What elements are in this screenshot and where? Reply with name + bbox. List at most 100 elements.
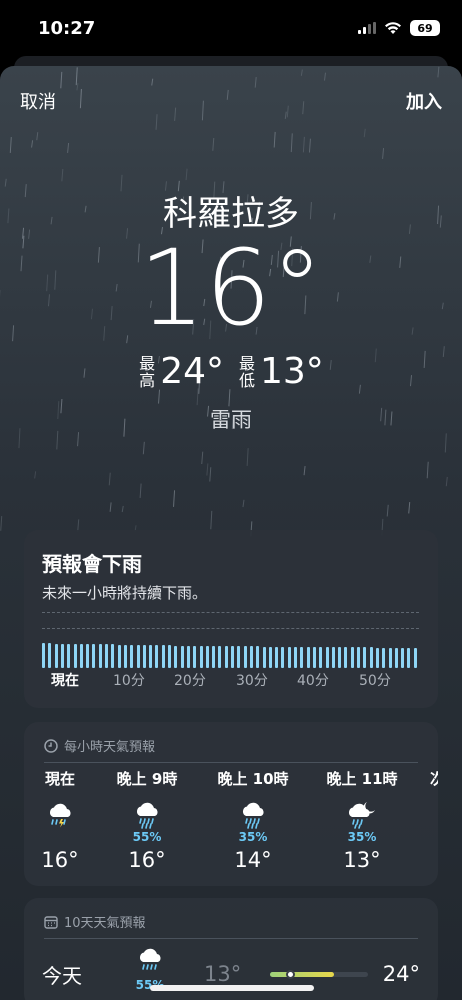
precip-bar bbox=[123, 645, 127, 668]
precip-intensity-chart bbox=[42, 638, 420, 668]
high-temp-group: 最 高 24° bbox=[138, 351, 224, 392]
rain-streak bbox=[303, 465, 306, 476]
precip-bar bbox=[325, 647, 329, 668]
hourly-item[interactable]: 晚上 9時 55% 16° bbox=[107, 768, 187, 872]
rain-streak bbox=[155, 114, 158, 130]
hourly-header: 每小時天氣預報 bbox=[44, 736, 155, 755]
rain-streak bbox=[201, 100, 204, 121]
precip-bar bbox=[73, 644, 77, 668]
rain-streak bbox=[142, 441, 145, 455]
rain-streak bbox=[185, 168, 188, 181]
status-icons: 69 bbox=[358, 20, 440, 36]
day-low: 13° bbox=[204, 962, 242, 986]
status-time: 10:27 bbox=[38, 18, 96, 39]
rain-streak bbox=[290, 133, 293, 153]
rain-streak bbox=[76, 83, 79, 91]
rain-streak bbox=[9, 137, 12, 153]
precip-bar bbox=[275, 647, 279, 668]
precip-title: 預報會下雨 bbox=[42, 552, 142, 576]
precip-bar bbox=[60, 644, 64, 668]
precip-bar bbox=[130, 645, 134, 668]
tick-label: 30分 bbox=[236, 673, 268, 689]
high-temp: 24° bbox=[160, 351, 224, 392]
precip-bar bbox=[142, 645, 146, 668]
rain-streak bbox=[31, 140, 34, 148]
precip-bar bbox=[117, 645, 121, 668]
rain-streak bbox=[246, 448, 249, 466]
precip-bar bbox=[161, 645, 165, 668]
rain-streak bbox=[444, 433, 447, 453]
precip-bar bbox=[98, 644, 102, 668]
cancel-button[interactable]: 取消 bbox=[20, 88, 56, 114]
rain-streak bbox=[151, 78, 154, 86]
rain-streak bbox=[226, 89, 229, 100]
precip-bar bbox=[312, 647, 316, 668]
rain-streak bbox=[426, 461, 429, 479]
precip-bar bbox=[149, 645, 153, 668]
rain-streak bbox=[174, 107, 177, 121]
rain-streak bbox=[242, 499, 245, 508]
rain-streak bbox=[109, 502, 112, 512]
hourly-header-label: 每小時天氣預報 bbox=[64, 740, 156, 755]
precip-bar bbox=[300, 647, 304, 668]
precip-bar bbox=[394, 648, 398, 668]
hour-temp: 14° bbox=[234, 848, 272, 872]
precip-bar bbox=[401, 648, 405, 668]
tick-label: 40分 bbox=[297, 673, 329, 689]
wifi-icon bbox=[385, 22, 401, 34]
hour-pop: 55% bbox=[132, 830, 162, 844]
rain-cloud-icon bbox=[213, 790, 293, 830]
rain-streak bbox=[386, 504, 389, 517]
rain-streak bbox=[302, 136, 305, 153]
precip-bar bbox=[168, 645, 171, 668]
precip-bar bbox=[224, 646, 228, 668]
rain-streak bbox=[273, 131, 276, 148]
clock-icon bbox=[44, 738, 58, 753]
precipitation-card[interactable]: 預報會下雨 未來一小時將持續下雨。 現在 10分 20分 30分 40分 50分 bbox=[24, 530, 438, 708]
precip-bar bbox=[174, 646, 178, 668]
rain-streak bbox=[363, 128, 366, 138]
precip-bar bbox=[48, 643, 52, 668]
high-low: 最 高 24° 最 低 13° bbox=[0, 351, 462, 392]
precip-bar bbox=[249, 646, 253, 668]
precip-bar bbox=[407, 648, 411, 668]
tick-label: 10分 bbox=[113, 673, 145, 689]
rain-streak bbox=[173, 490, 176, 507]
rain-streak bbox=[79, 89, 82, 109]
chart-gridline bbox=[42, 612, 419, 613]
precip-bar bbox=[256, 646, 260, 668]
divider bbox=[44, 938, 418, 939]
rain-streak bbox=[77, 432, 80, 447]
home-indicator[interactable] bbox=[150, 985, 314, 991]
tick-label: 50分 bbox=[359, 673, 391, 689]
precip-bar bbox=[155, 645, 159, 668]
rain-cloud-icon bbox=[128, 948, 172, 980]
precip-bar bbox=[287, 647, 291, 668]
battery-indicator: 69 bbox=[410, 20, 440, 36]
rain-streak bbox=[209, 467, 212, 482]
hourly-next-label: 次 bbox=[430, 770, 438, 788]
rain-streak bbox=[0, 516, 3, 531]
precip-bar bbox=[331, 647, 335, 668]
rain-cloud-icon bbox=[107, 790, 187, 830]
rain-streak bbox=[437, 66, 440, 78]
divider bbox=[44, 762, 418, 763]
hourly-item[interactable]: 晚上 10時 35% 14° bbox=[213, 768, 293, 872]
rain-streak bbox=[300, 69, 303, 76]
add-button[interactable]: 加入 bbox=[406, 88, 442, 114]
precip-bar bbox=[105, 644, 108, 668]
hourly-item[interactable]: 現在 16° bbox=[20, 768, 100, 872]
hour-label: 晚上 11時 bbox=[326, 770, 398, 788]
low-temp: 13° bbox=[260, 351, 324, 392]
rain-streak bbox=[36, 132, 39, 141]
hour-temp: 16° bbox=[128, 848, 166, 872]
rain-streak bbox=[61, 168, 64, 182]
precip-bar bbox=[262, 647, 266, 668]
hour-label: 現在 bbox=[44, 770, 75, 788]
precip-bar bbox=[382, 648, 386, 668]
rain-streak bbox=[308, 138, 311, 153]
hourly-forecast-card[interactable]: 每小時天氣預報 現在 16° 晚上 9時 55% 16° 晚上 10時 35% … bbox=[24, 722, 438, 886]
daily-header: 10天天氣預報 bbox=[44, 912, 146, 931]
hourly-item[interactable]: 晚上 11時 35% 13° bbox=[322, 768, 402, 872]
precip-bar bbox=[54, 644, 58, 668]
